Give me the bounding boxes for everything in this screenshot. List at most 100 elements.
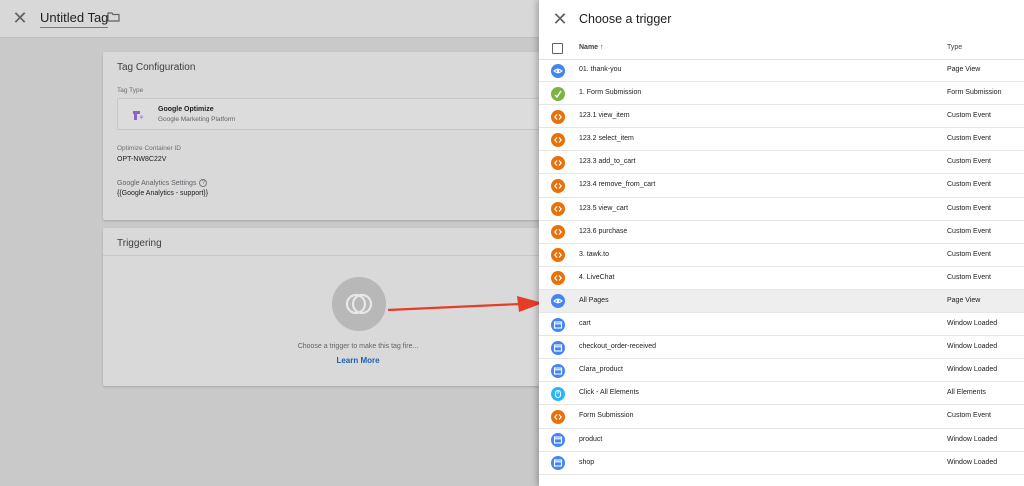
custom-event-icon: [551, 248, 565, 263]
container-id-value: OPT-NW8C22V: [117, 156, 167, 163]
trigger-name: checkout_order-received: [579, 343, 657, 351]
trigger-icon: [345, 293, 373, 315]
trigger-name: 01. thank-you: [579, 66, 622, 73]
folder-icon[interactable]: [107, 12, 120, 22]
trigger-row[interactable]: 123.5 view_cart Custom Event: [539, 198, 1024, 221]
tag-type-selector[interactable]: Google Optimize Google Marketing Platfor…: [117, 98, 540, 130]
trigger-name: 123.3 add_to_cart: [579, 158, 636, 166]
custom-event-icon: [551, 225, 565, 240]
tag-title-input[interactable]: Untitled Tag: [40, 10, 109, 28]
trigger-type: Window Loaded: [947, 343, 998, 351]
trigger-type: Custom Event: [947, 158, 991, 166]
close-icon[interactable]: ✕: [552, 10, 568, 28]
trigger-type: Custom Event: [947, 112, 991, 120]
trigger-type: Form Submission: [947, 89, 1002, 97]
trigger-row[interactable]: 123.3 add_to_cart Custom Event: [539, 151, 1024, 175]
window-loaded-icon: [551, 456, 565, 471]
trigger-name: 4. LiveChat: [579, 273, 615, 281]
trigger-row[interactable]: 01. thank-you Page View: [539, 59, 1024, 83]
tag-editor-header: ✕ Untitled Tag: [0, 0, 540, 38]
column-header-name[interactable]: Name ↑: [579, 44, 604, 51]
trigger-row[interactable]: Click - All Elements All Elements: [539, 382, 1024, 406]
trigger-row[interactable]: Form Submission Custom Event: [539, 405, 1024, 429]
trigger-list: 01. thank-you Page View 1. Form Submission…: [539, 59, 1024, 475]
trigger-name: Form Submission: [579, 412, 634, 420]
trigger-row[interactable]: All Pages Page View: [539, 289, 1024, 314]
tag-type-label: Tag Type: [117, 87, 144, 94]
table-header: Name ↑ Type: [539, 38, 1024, 60]
trigger-row[interactable]: 1. Form Submission Form Submission: [539, 82, 1024, 106]
help-icon[interactable]: ?: [199, 179, 208, 187]
trigger-hint-text: Choose a trigger to make this tag fire..…: [297, 343, 419, 350]
custom-event-icon: [551, 178, 565, 193]
trigger-type: Custom Event: [947, 227, 991, 235]
window-loaded-icon: [551, 317, 565, 332]
tag-type-name: Google Optimize: [158, 106, 214, 113]
tag-configuration-card[interactable]: Tag Configuration Tag Type Google Optimi…: [103, 52, 540, 220]
trigger-type: Custom Event: [947, 135, 991, 143]
window-loaded-icon: [551, 363, 565, 378]
trigger-name: product: [579, 435, 603, 443]
page-view-icon: [551, 63, 565, 78]
trigger-type: Window Loaded: [947, 458, 998, 466]
trigger-type: Window Loaded: [947, 435, 998, 443]
custom-event-icon: [551, 132, 565, 147]
trigger-type: Custom Event: [947, 273, 991, 281]
custom-event-icon: [551, 409, 565, 424]
custom-event-icon: [551, 155, 565, 170]
trigger-type: All Elements: [947, 389, 986, 397]
trigger-type: Window Loaded: [947, 366, 998, 374]
column-header-type[interactable]: Type: [947, 44, 962, 51]
triggering-header: [103, 228, 540, 256]
trigger-row[interactable]: shop Window Loaded: [539, 452, 1024, 475]
container-id-label: Optimize Container ID: [117, 145, 181, 152]
trigger-row[interactable]: 4. LiveChat Custom Event: [539, 267, 1024, 290]
trigger-row[interactable]: product Window Loaded: [539, 429, 1024, 452]
close-icon[interactable]: ✕: [12, 9, 28, 27]
trigger-row[interactable]: 123.2 select_item Custom Event: [539, 128, 1024, 152]
trigger-name: 123.4 remove_from_cart: [579, 181, 656, 189]
trigger-name: 1. Form Submission: [579, 89, 642, 97]
learn-more-link[interactable]: Learn More: [103, 356, 613, 365]
trigger-name: cart: [579, 320, 591, 328]
trigger-name: 123.6 purchase: [579, 227, 628, 235]
annotation-arrow: [387, 296, 543, 312]
trigger-row[interactable]: checkout_order-received Window Loaded: [539, 336, 1024, 360]
google-optimize-icon: [133, 111, 144, 120]
card-title: Tag Configuration: [117, 62, 196, 73]
ga-settings-value: {{Google Analytics - support}}: [117, 190, 209, 197]
click-icon: [551, 386, 565, 401]
trigger-type: Page View: [947, 296, 981, 304]
trigger-name: 123.2 select_item: [579, 135, 634, 143]
trigger-name: shop: [579, 458, 595, 466]
card-title: Triggering: [117, 238, 162, 249]
trigger-name: Clara_product: [579, 366, 623, 374]
select-all-checkbox[interactable]: [552, 43, 563, 54]
trigger-row[interactable]: Clara_product Window Loaded: [539, 359, 1024, 383]
custom-event-icon: [551, 202, 565, 217]
panel-title: Choose a trigger: [579, 12, 672, 26]
trigger-type: Custom Event: [947, 204, 991, 212]
page-view-icon: [551, 294, 565, 309]
custom-event-icon: [551, 271, 565, 286]
add-trigger-button[interactable]: [332, 277, 386, 331]
window-loaded-icon: [551, 340, 565, 355]
trigger-name: 123.5 view_cart: [579, 204, 629, 212]
trigger-row[interactable]: 123.6 purchase Custom Event: [539, 221, 1024, 244]
trigger-type: Custom Event: [947, 181, 991, 189]
tag-type-subtitle: Google Marketing Platform: [158, 116, 236, 123]
trigger-type: Custom Event: [947, 250, 991, 258]
choose-trigger-panel: ✕ Choose a trigger Name ↑ Type 01. thank…: [539, 0, 1024, 486]
trigger-row[interactable]: 123.1 view_item Custom Event: [539, 105, 1024, 129]
trigger-row[interactable]: cart Window Loaded: [539, 313, 1024, 337]
trigger-name: 123.1 view_item: [579, 112, 630, 120]
trigger-type: Custom Event: [947, 412, 991, 420]
trigger-name: Click - All Elements: [579, 389, 639, 397]
trigger-name: All Pages: [579, 296, 609, 304]
trigger-row[interactable]: 3. tawk.to Custom Event: [539, 244, 1024, 267]
trigger-row[interactable]: 123.4 remove_from_cart Custom Event: [539, 174, 1024, 198]
trigger-type: Page View: [947, 66, 981, 73]
trigger-type: Window Loaded: [947, 320, 998, 328]
custom-event-icon: [551, 109, 565, 124]
trigger-name: 3. tawk.to: [579, 250, 609, 258]
